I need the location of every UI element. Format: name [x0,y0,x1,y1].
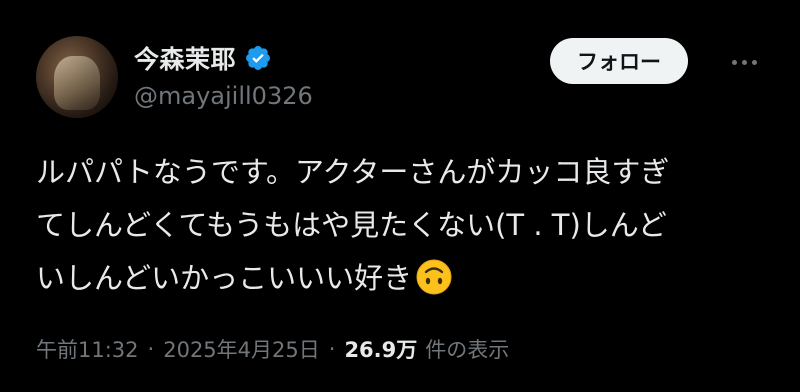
views-label: 件の表示 [425,338,510,362]
ellipsis-dot [741,59,747,65]
avatar-photo-shade [36,36,118,118]
user-handle[interactable]: @mayajill0326 [134,82,313,110]
follow-button[interactable]: フォロー [550,38,688,84]
name-row: 今森茉耶 [134,40,272,76]
tweet-metadata: 午前11:32 · 2025年4月25日 · 26.9万 件の表示 [36,334,509,364]
tweet-text: ルパパトなうです。アクターさんがカッコ良すぎ てしんどくてもうもはや見たくない(… [36,146,776,305]
tweet-text-line-2: てしんどくてもうもはや見たくない(T . T)しんど [36,208,667,242]
views-count[interactable]: 26.9万 [344,334,417,364]
tweet-card: 今森茉耶 @mayajill0326 フォロー ルパパトなうです。アクターさんが… [0,0,800,392]
tweet-date[interactable]: 2025年4月25日 [163,334,320,364]
ellipsis-dot [751,59,757,65]
tweet-text-line-3-container: いしんどいかっこいいい好き [36,252,776,305]
avatar[interactable] [36,36,118,118]
upside-down-face-emoji-icon [416,259,452,295]
tweet-time[interactable]: 午前11:32 [36,334,139,364]
more-options-ellipsis-icon[interactable] [724,44,764,80]
display-name[interactable]: 今森茉耶 [134,40,236,76]
tweet-text-line-3: いしんどいかっこいいい好き [36,261,413,295]
meta-separator: · [328,337,336,361]
ellipsis-dot [731,59,737,65]
verified-badge-icon [246,46,270,70]
meta-separator: · [147,337,155,361]
tweet-text-line-1: ルパパトなうです。アクターさんがカッコ良すぎ [36,155,670,189]
